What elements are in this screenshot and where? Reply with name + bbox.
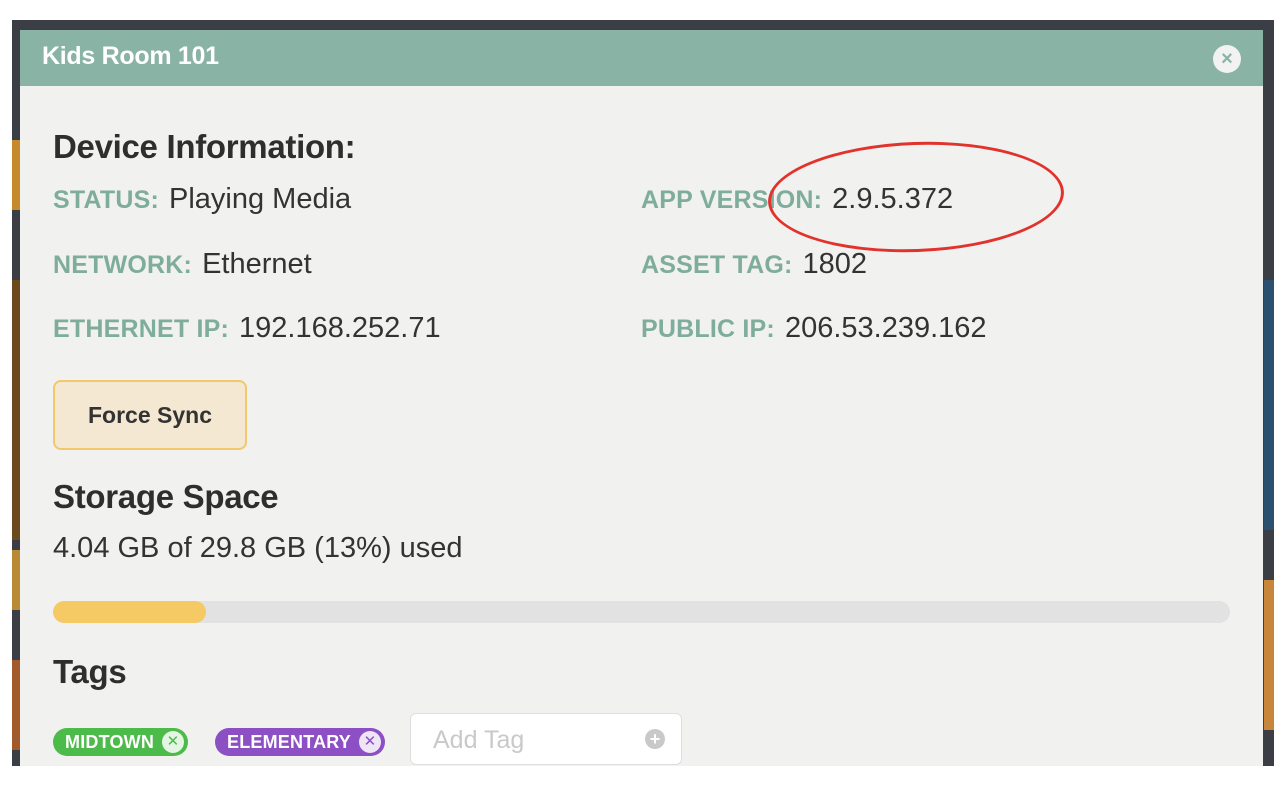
close-icon[interactable]: × [1213, 45, 1241, 73]
plus-icon[interactable]: + [645, 729, 665, 749]
add-tag-field[interactable]: + [410, 713, 682, 765]
app-version-value: 2.9.5.372 [832, 183, 954, 215]
tag-label: ELEMENTARY [227, 732, 352, 752]
remove-tag-icon[interactable]: ✕ [162, 731, 185, 753]
background-thumbnail [1264, 580, 1274, 730]
asset-tag-label: ASSET TAG: [641, 251, 793, 279]
asset-tag-value: 1802 [802, 248, 868, 280]
public-ip-value: 206.53.239.162 [784, 312, 987, 344]
ethernet-ip-label: ETHERNET IP: [53, 315, 230, 343]
remove-tag-icon[interactable]: ✕ [359, 731, 382, 753]
network-row: NETWORK: Ethernet [53, 248, 312, 281]
storage-summary: 4.04 GB of 29.8 GB (13%) used [53, 532, 463, 564]
modal-title: Kids Room 101 [42, 42, 219, 70]
public-ip-row: PUBLIC IP: 206.53.239.162 [641, 312, 987, 345]
tag-midtown: MIDTOWN ✕ [53, 728, 189, 756]
storage-progress-fill [53, 601, 206, 623]
network-label: NETWORK: [53, 251, 193, 279]
app-version-label: APP VERSION: [641, 186, 823, 214]
network-value: Ethernet [202, 248, 312, 280]
storage-progress-bar [53, 601, 1230, 623]
status-label: STATUS: [53, 186, 160, 214]
ethernet-ip-value: 192.168.252.71 [239, 312, 441, 344]
public-ip-label: PUBLIC IP: [641, 315, 775, 343]
tag-elementary: ELEMENTARY ✕ [215, 728, 386, 756]
tag-label: MIDTOWN [65, 732, 155, 752]
storage-heading: Storage Space [53, 478, 279, 515]
status-row: STATUS: Playing Media [53, 183, 351, 216]
background-thumbnail [1264, 280, 1274, 530]
asset-tag-row: ASSET TAG: 1802 [641, 248, 867, 281]
device-info-heading: Device Information: [53, 128, 356, 165]
status-value: Playing Media [169, 183, 352, 215]
tags-heading: Tags [53, 653, 127, 690]
force-sync-button[interactable]: Force Sync [53, 380, 247, 450]
ethernet-ip-row: ETHERNET IP: 192.168.252.71 [53, 312, 441, 345]
add-tag-input[interactable] [431, 722, 635, 758]
modal-header: Kids Room 101 × [20, 30, 1263, 86]
app-version-row: APP VERSION: 2.9.5.372 [641, 183, 953, 216]
device-modal: Kids Room 101 × Device Information: STAT… [20, 30, 1263, 766]
